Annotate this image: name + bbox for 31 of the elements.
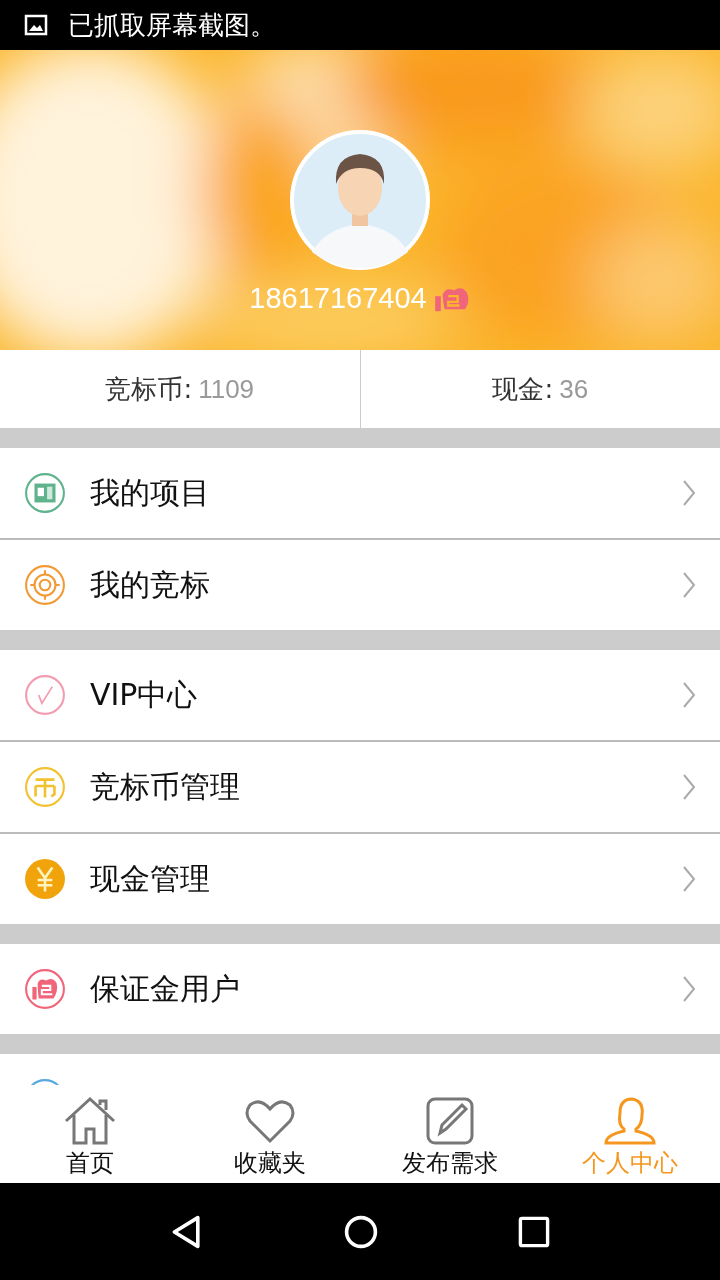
- tab[interactable]: 首页: [0, 1085, 180, 1183]
- avatar-icon[interactable]: [290, 130, 430, 270]
- notification-text: 已抓取屏幕截图。: [68, 8, 276, 42]
- balance-stat[interactable]: 现金: 36: [360, 350, 720, 428]
- chevron-right-icon: [682, 681, 696, 709]
- user-icon: [602, 1095, 658, 1147]
- menu-label: VIP中心: [90, 675, 199, 714]
- yuan-coin-icon: [24, 858, 66, 900]
- menu-label: 现金管理: [90, 859, 211, 898]
- chevron-right-icon: [682, 975, 696, 1003]
- deposit-icon: [24, 968, 66, 1010]
- tab[interactable]: 收藏夹: [180, 1085, 360, 1183]
- menu-label: 我的项目: [90, 473, 211, 512]
- chevron-right-icon: [682, 571, 696, 599]
- menu-label: 我的竞标: [90, 565, 211, 604]
- project-icon: [24, 472, 66, 514]
- menu-label: 竞标币管理: [90, 767, 241, 806]
- home-icon: [62, 1095, 118, 1147]
- recents-icon[interactable]: [517, 1214, 551, 1249]
- menu-label: 保证金用户: [90, 969, 241, 1008]
- balance-stat[interactable]: 竞标币: 1109: [0, 350, 360, 428]
- check-icon: [24, 674, 66, 716]
- tab[interactable]: 发布需求: [360, 1085, 540, 1183]
- coin-icon: [24, 766, 66, 808]
- chevron-right-icon: [682, 479, 696, 507]
- image-icon: [24, 13, 48, 37]
- chevron-right-icon: [682, 865, 696, 893]
- target-icon: [24, 564, 66, 606]
- home-button-icon[interactable]: [343, 1213, 379, 1250]
- chevron-right-icon: [682, 773, 696, 801]
- phone-number: 18617167404: [249, 282, 427, 315]
